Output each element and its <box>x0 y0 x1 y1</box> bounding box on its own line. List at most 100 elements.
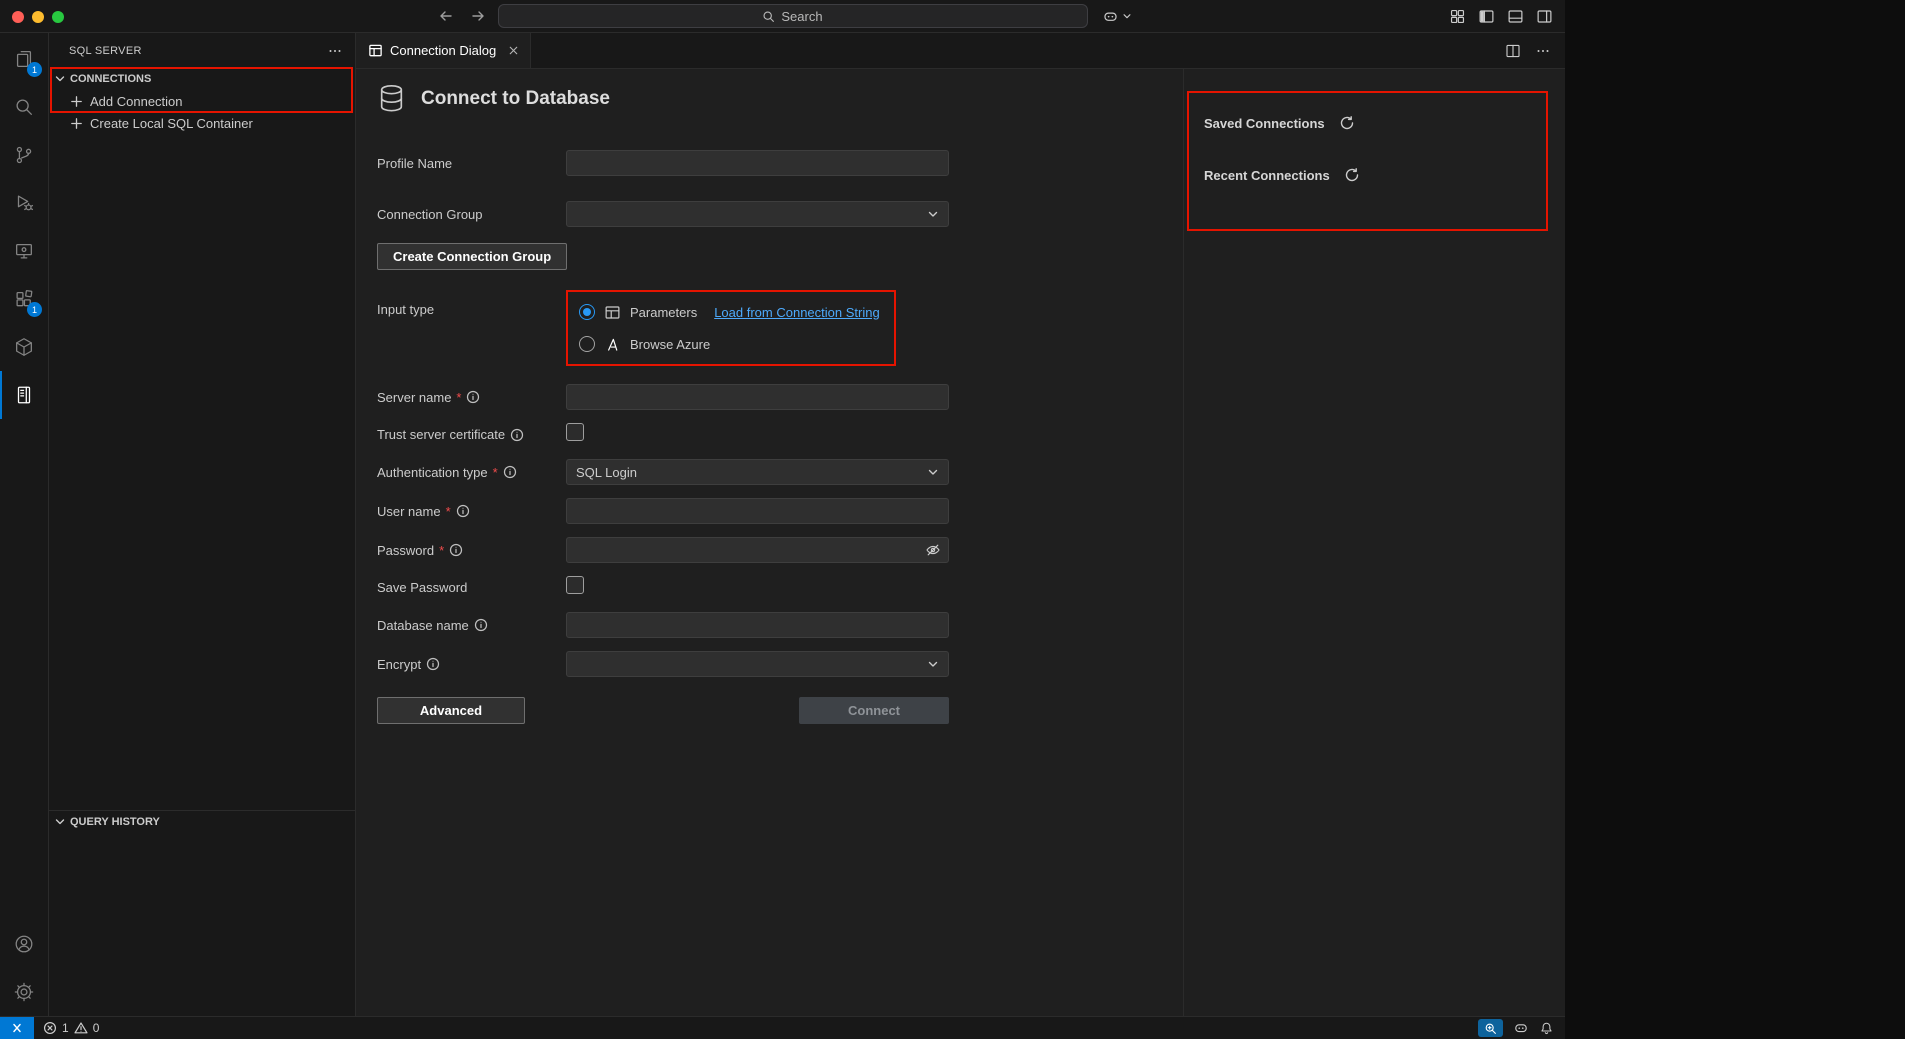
copilot-menu-button[interactable] <box>1102 8 1132 25</box>
authentication-type-select[interactable]: SQL Login <box>566 459 949 485</box>
encrypt-select[interactable] <box>566 651 949 677</box>
activity-accounts[interactable] <box>0 920 48 968</box>
sql-server-icon <box>13 384 35 406</box>
close-tab-icon[interactable] <box>507 44 520 57</box>
connection-form: Connect to Database Profile Name Connect… <box>356 69 1183 1016</box>
profile-name-input[interactable] <box>566 150 949 176</box>
info-icon[interactable] <box>449 543 463 557</box>
tab-title: Connection Dialog <box>390 43 496 58</box>
saved-connections-section: Saved Connections <box>1204 115 1546 131</box>
chevron-down-icon <box>927 658 939 670</box>
trust-server-certificate-checkbox[interactable] <box>566 423 584 441</box>
close-window-button[interactable] <box>12 11 24 23</box>
activity-explorer[interactable]: 1 <box>0 35 48 83</box>
minimize-window-button[interactable] <box>32 11 44 23</box>
info-icon[interactable] <box>456 504 470 518</box>
connections-section-header[interactable]: CONNECTIONS <box>49 68 355 90</box>
connections-browser-panel: Saved Connections Recent Connections <box>1183 69 1565 1016</box>
copilot-status-icon[interactable] <box>1513 1020 1529 1036</box>
activity-extensions[interactable]: 1 <box>0 275 48 323</box>
explorer-badge: 1 <box>27 62 42 77</box>
connection-group-select[interactable] <box>566 201 949 227</box>
database-name-input[interactable] <box>566 612 949 638</box>
customize-layout-icon[interactable] <box>1449 8 1466 25</box>
advanced-button[interactable]: Advanced <box>377 697 525 724</box>
browse-azure-radio-label[interactable]: Browse Azure <box>630 337 710 352</box>
parameters-radio[interactable] <box>579 304 595 320</box>
connection-group-label: Connection Group <box>377 207 566 222</box>
activity-settings[interactable] <box>0 968 48 1016</box>
toggle-secondary-sidebar-icon[interactable] <box>1536 8 1553 25</box>
editor-actions <box>1505 33 1551 68</box>
split-editor-icon[interactable] <box>1505 43 1521 59</box>
user-name-input[interactable] <box>566 498 949 524</box>
server-name-label: Server name* <box>377 390 566 405</box>
activity-remote-explorer[interactable] <box>0 227 48 275</box>
toggle-panel-icon[interactable] <box>1507 8 1524 25</box>
toggle-password-visibility-icon[interactable] <box>925 542 941 558</box>
info-icon[interactable] <box>503 465 517 479</box>
server-name-input[interactable] <box>566 384 949 410</box>
activity-run-debug[interactable] <box>0 179 48 227</box>
command-center: Search <box>434 4 1132 28</box>
profile-name-label: Profile Name <box>377 156 566 171</box>
zoom-status-button[interactable] <box>1478 1019 1503 1037</box>
remote-indicator[interactable] <box>0 1017 34 1039</box>
password-input[interactable] <box>566 537 949 563</box>
notifications-bell-icon[interactable] <box>1539 1021 1554 1036</box>
parameters-icon <box>604 304 621 321</box>
search-icon <box>13 96 35 118</box>
create-connection-group-button[interactable]: Create Connection Group <box>377 243 567 270</box>
sidebar-item-add-connection[interactable]: Add Connection <box>49 90 355 112</box>
query-history-content <box>49 832 355 1016</box>
activity-search[interactable] <box>0 83 48 131</box>
plus-icon <box>69 94 84 109</box>
sidebar-header: SQL SERVER <box>49 33 355 68</box>
refresh-icon[interactable] <box>1344 167 1360 183</box>
parameters-radio-label[interactable]: Parameters <box>630 305 697 320</box>
activity-sql-server[interactable] <box>0 371 48 419</box>
chevron-down-icon <box>1122 11 1132 21</box>
encrypt-label: Encrypt <box>377 657 566 672</box>
maximize-window-button[interactable] <box>52 11 64 23</box>
activity-source-control[interactable] <box>0 131 48 179</box>
tab-connection-dialog[interactable]: Connection Dialog <box>356 33 531 68</box>
input-type-label: Input type <box>377 302 566 317</box>
warning-icon <box>74 1021 88 1035</box>
connect-button[interactable]: Connect <box>799 697 949 724</box>
problems-status[interactable]: 1 0 <box>43 1021 99 1035</box>
run-debug-icon <box>13 192 35 214</box>
main-row: 1 1 <box>0 33 1565 1016</box>
remote-explorer-icon <box>13 240 35 262</box>
layout-controls <box>1449 0 1553 33</box>
info-icon[interactable] <box>426 657 440 671</box>
save-password-checkbox[interactable] <box>566 576 584 594</box>
toggle-primary-sidebar-icon[interactable] <box>1478 8 1495 25</box>
status-bar: 1 0 <box>0 1016 1565 1039</box>
app-window: Search 1 <box>0 0 1565 1039</box>
info-icon[interactable] <box>466 390 480 404</box>
activity-bar: 1 1 <box>0 33 49 1016</box>
sidebar-item-create-local-sql-container[interactable]: Create Local SQL Container <box>49 112 355 134</box>
annotation-rect-connections-panel: Saved Connections Recent Connections <box>1187 91 1548 231</box>
activity-bar-bottom <box>0 920 48 1016</box>
activity-containers[interactable] <box>0 323 48 371</box>
back-icon[interactable] <box>434 4 458 28</box>
input-type-parameters-row: Parameters Load from Connection String <box>579 299 883 325</box>
browse-azure-radio[interactable] <box>579 336 595 352</box>
chevron-down-icon <box>927 466 939 478</box>
search-icon <box>762 10 775 23</box>
info-icon[interactable] <box>510 428 524 442</box>
query-history-section-header[interactable]: QUERY HISTORY <box>49 810 355 832</box>
extensions-badge: 1 <box>27 302 42 317</box>
refresh-icon[interactable] <box>1339 115 1355 131</box>
error-icon <box>43 1021 57 1035</box>
info-icon[interactable] <box>474 618 488 632</box>
more-actions-icon[interactable] <box>327 43 343 59</box>
load-connection-string-link[interactable]: Load from Connection String <box>714 305 879 320</box>
more-actions-icon[interactable] <box>1535 43 1551 59</box>
forward-icon[interactable] <box>466 4 490 28</box>
search-input[interactable]: Search <box>498 4 1088 28</box>
page-title: Connect to Database <box>421 88 610 110</box>
chevron-down-icon <box>927 208 939 220</box>
